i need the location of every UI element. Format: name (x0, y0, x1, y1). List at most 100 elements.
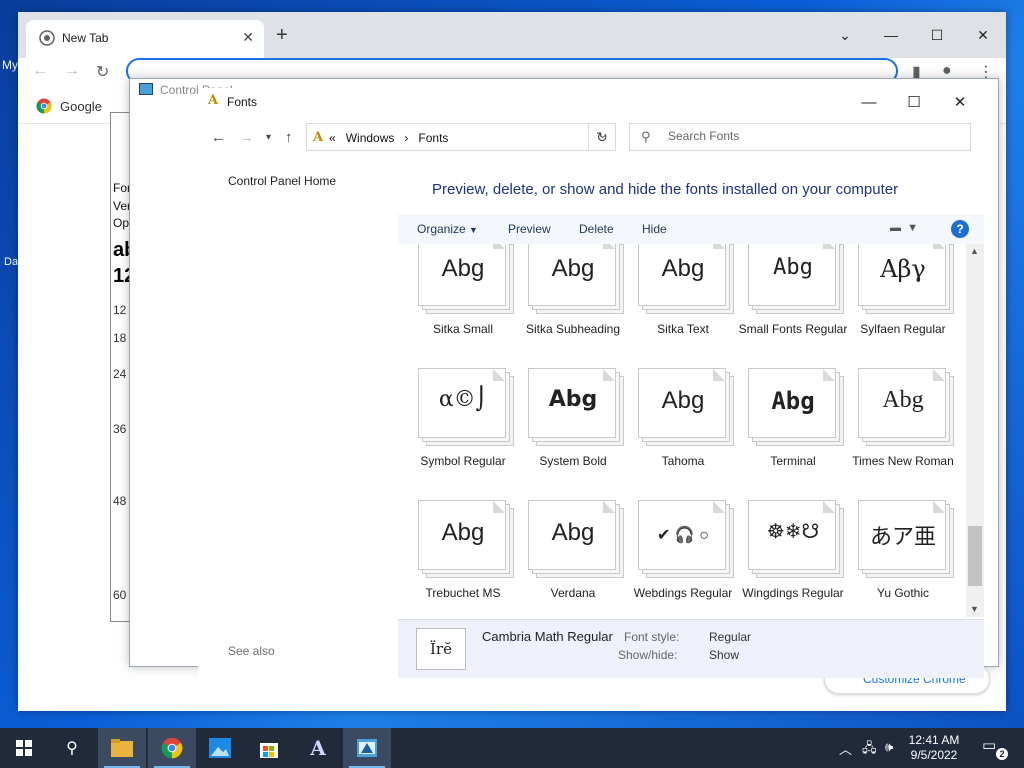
show-hidden-icons-chevron-icon[interactable]: ︿ (839, 739, 852, 758)
font-tile-name: Yu Gothic (876, 586, 930, 600)
control-panel-icon (357, 739, 377, 757)
chrome-minimize-button[interactable]: — (868, 20, 914, 50)
clock-date: 9/5/2022 (910, 748, 958, 762)
notification-count-badge: 2 (996, 748, 1008, 760)
bookmark-google[interactable]: Google (36, 98, 102, 114)
show-hide-label: Show/hide: (618, 648, 678, 662)
refresh-button[interactable]: ↻ (588, 123, 616, 151)
page-fold (603, 369, 615, 381)
font-tile-icon: ✔ 🎧 ○ (638, 500, 734, 580)
scrollbar-thumb[interactable] (968, 526, 982, 586)
reload-icon[interactable]: ↻ (96, 62, 109, 82)
font-tile-icon: Αβγ (858, 244, 954, 316)
preview-button[interactable]: Preview (508, 222, 551, 236)
font-tile-name: Symbol Regular (420, 454, 506, 468)
delete-button[interactable]: Delete (579, 222, 614, 236)
windows-logo-icon (16, 740, 32, 756)
store-button[interactable] (245, 728, 293, 768)
chrome-taskbar-button[interactable] (148, 728, 196, 768)
page-fold (493, 244, 505, 249)
chrome-tab-search-chevron-icon[interactable]: ⌄ (822, 20, 868, 50)
font-viewer-size: 60 (113, 588, 127, 602)
search-box[interactable]: ⚲ (629, 123, 971, 151)
font-sample-text: Abg (551, 519, 595, 546)
network-icon[interactable]: 🖧 (862, 739, 877, 761)
font-sample-text: ✔ 🎧 ○ (657, 527, 709, 544)
help-icon[interactable]: ? (951, 220, 969, 238)
chrome-logo-icon (161, 737, 183, 759)
font-page: Abg (418, 500, 506, 570)
chrome-maximize-button[interactable]: ☐ (914, 20, 960, 50)
font-viewer-size: 12 (113, 303, 127, 317)
desktop-label-bottom: Da (4, 256, 19, 268)
refresh-icon: ↻ (596, 128, 608, 145)
font-grid: Abg Sitka Small Abg Sitka Subheading Abg Sitk… (398, 244, 968, 617)
font-sample-text: ☸❄☋ (766, 521, 820, 543)
page-fold (713, 244, 725, 249)
hide-button[interactable]: Hide (642, 222, 667, 236)
desktop-label-top: My (2, 58, 18, 72)
font-tile-name: Verdana (550, 586, 596, 600)
page-fold (933, 244, 945, 249)
font-page: ☸❄☋ (748, 500, 836, 570)
back-arrow-icon[interactable]: ← (32, 62, 48, 80)
chrome-tab-new-tab[interactable]: New Tab ✕ (26, 20, 264, 58)
font-tile-name: Sitka Subheading (525, 322, 621, 336)
font-page: Abg (638, 244, 726, 306)
font-viewer-taskbar-button[interactable]: A (294, 728, 342, 768)
page-fold (823, 501, 835, 513)
page-fold (823, 369, 835, 381)
font-tile-icon: Abg (418, 244, 514, 316)
search-input[interactable] (668, 129, 958, 143)
forward-arrow-icon[interactable]: → (239, 129, 254, 146)
recent-locations-chevron-icon[interactable]: ▾ (266, 132, 271, 143)
store-icon (260, 743, 278, 758)
breadcrumb-prefix[interactable]: « (329, 131, 336, 145)
font-page: Abg (748, 244, 836, 306)
organize-button[interactable]: Organize ▼ (417, 222, 478, 236)
up-arrow-icon[interactable]: ↑ (285, 129, 293, 146)
scroll-up-icon[interactable]: ▲ (970, 246, 979, 256)
font-tile-name: Webdings Regular (633, 586, 733, 600)
forward-arrow-icon[interactable]: → (64, 62, 80, 80)
close-tab-icon[interactable]: ✕ (242, 29, 254, 46)
breadcrumb-windows[interactable]: Windows (346, 131, 395, 145)
address-bar[interactable]: A « Windows › Fonts ⌄ (306, 123, 616, 151)
fonts-folder-icon: A (208, 93, 219, 108)
start-button[interactable] (0, 728, 48, 768)
notification-center-button[interactable]: ▭ 2 (982, 736, 1008, 760)
selected-font-thumbnail: Ïrĕ (416, 628, 466, 670)
breadcrumb-fonts[interactable]: Fonts (418, 131, 448, 145)
search-button[interactable]: ⚲ (48, 728, 96, 768)
selected-font-name: Cambria Math Regular (482, 629, 613, 644)
chrome-tab-strip: New Tab ✕ + ⌄ — ☐ ✕ (18, 12, 1006, 58)
font-tile-name: Times New Roman (852, 454, 954, 468)
fonts-close-button[interactable]: ✕ (937, 90, 983, 114)
file-explorer-button[interactable] (98, 728, 146, 768)
view-options-icon[interactable]: ▬ ▼ (890, 222, 918, 234)
font-style-label: Font style: (624, 630, 680, 644)
breadcrumb-separator: › (404, 131, 409, 145)
control-panel-taskbar-button[interactable] (343, 728, 391, 768)
font-viewer-size: 24 (113, 367, 127, 381)
fonts-maximize-button[interactable]: ☐ (891, 90, 937, 114)
page-fold (823, 244, 835, 249)
font-sample-text: Abg (548, 387, 598, 412)
vertical-scrollbar[interactable]: ▲ ▼ (966, 244, 984, 617)
control-panel-home-link[interactable]: Control Panel Home (228, 174, 336, 188)
scroll-down-icon[interactable]: ▼ (970, 604, 979, 614)
font-tile-icon: Abg (748, 244, 844, 316)
font-viewer-line: Op (113, 216, 130, 230)
chrome-close-button[interactable]: ✕ (960, 20, 1006, 50)
clock[interactable]: 12:41 AM 9/5/2022 (904, 733, 964, 763)
back-arrow-icon[interactable]: ← (211, 129, 226, 146)
photos-icon (209, 738, 231, 758)
photos-button[interactable] (196, 728, 244, 768)
fonts-minimize-button[interactable]: — (846, 90, 892, 114)
volume-icon[interactable]: 🕪 (885, 739, 893, 755)
clock-time: 12:41 AM (908, 733, 960, 747)
font-page: Abg (528, 500, 616, 570)
new-tab-plus-icon[interactable]: + (276, 24, 288, 47)
page-title: Preview, delete, or show and hide the fo… (432, 181, 899, 198)
font-page: Abg (748, 368, 836, 438)
